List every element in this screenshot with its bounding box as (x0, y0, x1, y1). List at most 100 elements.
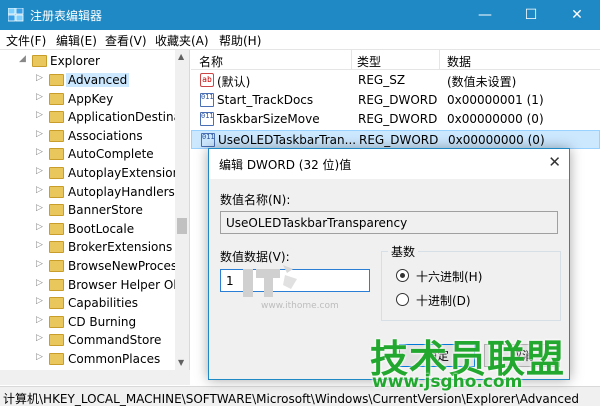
radio-label: 十进制(D) (416, 294, 471, 308)
chevron-right-icon[interactable]: ▷ (36, 333, 43, 343)
tree-horizontal-scrollbar[interactable] (0, 370, 190, 385)
tree-item[interactable]: ▷ Advanced (0, 71, 175, 90)
maximize-button[interactable]: ☐ (508, 0, 554, 30)
tree-item-label: AutoComplete (68, 147, 154, 162)
dialog-close-button[interactable]: ✕ (548, 153, 561, 171)
folder-icon (49, 204, 64, 217)
folder-icon (49, 241, 64, 254)
close-button[interactable]: ✕ (554, 0, 600, 30)
list-item[interactable]: 011 UseOLEDTaskbarTran... REG_DWORD 0x00000… (191, 129, 600, 149)
tree-item[interactable]: ▷ Browser Helper Ob (0, 276, 181, 295)
tree-item[interactable]: ▷ Associations (0, 127, 175, 146)
tree-item[interactable]: ▷ AppKey (0, 90, 175, 109)
registry-editor-icon (8, 8, 24, 22)
folder-icon (49, 185, 64, 198)
tree-item[interactable]: ▷ AutoplayExtensions (0, 164, 186, 183)
tree-item-explorer[interactable]: ◢ Explorer (0, 52, 175, 71)
tree-item-label: Advanced (66, 73, 130, 87)
chevron-right-icon[interactable]: ▷ (36, 315, 43, 325)
tree-item[interactable]: ▷ CommandStore (0, 331, 175, 350)
column-header-type[interactable]: 类型 (357, 53, 381, 70)
binary-value-icon: 011 (200, 92, 214, 107)
registry-tree[interactable]: ◢ Explorer ▷ Advanced ▷ AppKey ▷ ApplicationD… (0, 50, 190, 385)
tree-item-label: CD Burning (68, 314, 137, 329)
chevron-right-icon[interactable]: ▷ (36, 278, 43, 288)
chevron-right-icon[interactable]: ▷ (36, 185, 43, 195)
folder-icon (32, 55, 47, 67)
menu-help[interactable]: 帮助(H) (219, 32, 261, 49)
tree-item-label: ApplicationDestinat (68, 110, 186, 125)
tree-item[interactable]: ▷ CommonPlaces (0, 350, 175, 369)
folder-icon (49, 222, 64, 235)
value-type: REG_DWORD (359, 132, 439, 147)
jsgho-watermark-url: www.jsgho.com (372, 372, 523, 392)
base-groupbox: 基数 十六进制(H) 十进制(D) (381, 243, 561, 321)
chevron-right-icon[interactable]: ▷ (36, 296, 43, 306)
chevron-right-icon[interactable]: ▷ (36, 240, 43, 250)
column-header-data[interactable]: 数据 (447, 53, 471, 70)
chevron-down-icon[interactable]: ◢ (19, 54, 26, 64)
tree-item[interactable]: ▷ ApplicationDestinat (0, 108, 186, 127)
column-divider[interactable] (439, 50, 440, 70)
chevron-right-icon[interactable]: ▷ (36, 166, 43, 176)
chevron-right-icon[interactable]: ▷ (36, 129, 43, 139)
registry-path: 计算机\HKEY_LOCAL_MACHINE\SOFTWARE\Microsof… (3, 392, 579, 406)
tree-item[interactable]: ▷ CD Burning (0, 313, 175, 332)
column-header-name[interactable]: 名称 (199, 53, 223, 70)
chevron-right-icon[interactable]: ▷ (36, 92, 43, 102)
radio-checked-icon[interactable] (396, 269, 409, 282)
tree-item[interactable]: ▷ BrokerExtensions (0, 238, 175, 257)
tree-item-label: BannerStore (68, 203, 143, 218)
menu-edit[interactable]: 编辑(E) (56, 32, 97, 49)
tree-item-label: BootLocale (68, 221, 135, 236)
folder-icon (49, 260, 64, 272)
tree-item[interactable]: ▷ BannerStore (0, 201, 175, 220)
window-titlebar: 注册表编辑器 — ☐ ✕ (0, 0, 600, 30)
dialog-title: 编辑 DWORD (32 位)值 (219, 158, 352, 172)
value-name: TaskbarSizeMove (217, 112, 320, 126)
menu-favorites[interactable]: 收藏夹(A) (155, 32, 209, 49)
chevron-right-icon[interactable]: ▷ (36, 259, 43, 269)
chevron-right-icon[interactable]: ▷ (36, 222, 43, 232)
minimize-button[interactable]: — (462, 0, 508, 30)
ithome-url-watermark: www.ithome.com (261, 301, 339, 311)
tree-item-label: CommonPlaces (68, 352, 161, 366)
chevron-right-icon[interactable]: ▷ (36, 73, 43, 83)
menu-view[interactable]: 查看(V) (105, 32, 147, 49)
chevron-right-icon[interactable]: ▷ (36, 110, 43, 120)
folder-icon (49, 111, 64, 124)
folder-icon (49, 353, 64, 365)
value-name-label: 数值名称(N): (220, 193, 291, 207)
column-divider[interactable] (351, 50, 352, 70)
value-data: 0x00000001 (1) (447, 92, 544, 107)
scrollbar-thumb[interactable] (177, 218, 187, 234)
value-name: (默认) (217, 75, 251, 89)
folder-icon (49, 278, 64, 291)
chevron-right-icon[interactable]: ▷ (36, 352, 43, 362)
list-item[interactable]: 011 TaskbarSizeMove REG_DWORD 0x00000000 (0… (191, 110, 600, 129)
tree-item-label: CommandStore (68, 333, 162, 348)
chevron-right-icon[interactable]: ▷ (36, 147, 43, 157)
folder-icon (49, 92, 64, 105)
list-item[interactable]: 011 Start_TrackDocs REG_DWORD 0x00000001 (1… (191, 91, 600, 110)
scroll-up-icon[interactable]: ▲ (178, 52, 184, 61)
tree-item-label: Capabilities (68, 296, 138, 311)
value-name-field[interactable] (220, 211, 558, 234)
tree-item[interactable]: ▷ BrowseNewProcess (0, 257, 183, 276)
tree-item[interactable]: ▷ AutoComplete (0, 145, 175, 164)
string-value-icon: ab (200, 73, 214, 87)
folder-icon (49, 297, 64, 310)
folder-icon (49, 148, 64, 161)
folder-icon (49, 167, 64, 179)
list-item[interactable]: ab (默认) REG_SZ (数值未设置) (191, 71, 600, 90)
menu-file[interactable]: 文件(F) (6, 32, 46, 49)
ithome-logo-watermark (243, 265, 297, 297)
tree-vertical-scrollbar[interactable]: ▲ ▼ (175, 50, 189, 370)
radio-unchecked-icon[interactable] (396, 293, 409, 306)
tree-item[interactable]: ▷ AutoplayHandlers (0, 183, 175, 202)
chevron-right-icon[interactable]: ▷ (36, 203, 43, 213)
scroll-down-icon[interactable]: ▼ (178, 358, 184, 367)
tree-item[interactable]: ▷ Capabilities (0, 294, 175, 313)
tree-item[interactable]: ▷ BootLocale (0, 220, 175, 239)
tree-item-label: Explorer (50, 54, 100, 68)
